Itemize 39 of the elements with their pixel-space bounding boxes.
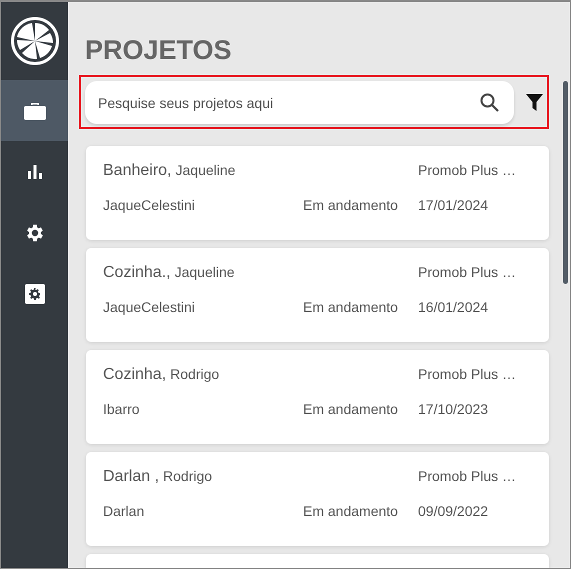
status-text: Em andamento — [303, 299, 399, 315]
project-card[interactable]: Darlan , Rodrigo Promob Plus … Darlan Em andamento 09/09/2022 — [86, 452, 549, 546]
briefcase-icon — [24, 102, 46, 120]
project-card[interactable]: Cozinha., Jaqueline Promob Plus … JaqueCelestini Em andamento 16/01/2024 — [86, 248, 549, 342]
scrollbar-thumb[interactable] — [563, 81, 568, 284]
project-card[interactable]: Banheiro, Jaqueline Promob Plus … JaqueCelestini Em andamento 17/01/2024 — [86, 146, 549, 240]
user-name: Darlan — [103, 503, 146, 519]
project-name: Cozinha, — [103, 366, 166, 384]
filter-button[interactable] — [526, 94, 543, 111]
user-name: Ibarro — [103, 401, 141, 417]
search-icon — [480, 93, 499, 112]
filter-icon — [526, 94, 543, 111]
project-card[interactable]: Cozinha, Rodrigo Promob Plus … Ibarro Em andamento 17/10/2023 — [86, 350, 549, 444]
client-name: Rodrigo — [170, 366, 220, 382]
project-name: Cozinha., — [103, 264, 171, 282]
settings-box-icon — [24, 284, 44, 304]
date-text: 17/01/2024 — [418, 197, 490, 213]
client-name: Rodrigo — [163, 468, 212, 484]
project-name: Darlan , — [103, 468, 160, 486]
user-name: JaqueCelestini — [103, 299, 196, 315]
user-name: JaqueCelestini — [103, 197, 196, 213]
project-name: Banheiro, — [103, 162, 172, 180]
software-name: Promob Plus … — [418, 468, 518, 484]
status-text: Em andamento — [303, 503, 399, 519]
bar-chart-icon — [26, 164, 42, 178]
software-name: Promob Plus … — [418, 162, 518, 178]
date-text: 09/09/2022 — [418, 503, 490, 519]
search-field[interactable]: Pesquise seus projetos aqui — [85, 81, 514, 124]
client-name: Jaqueline — [174, 264, 235, 280]
date-text: 17/10/2023 — [418, 401, 490, 417]
software-name: Promob Plus … — [418, 366, 518, 382]
sidebar-item[interactable] — [1, 80, 68, 141]
client-name: Jaqueline — [176, 162, 236, 178]
date-text: 16/01/2024 — [418, 299, 490, 315]
logo-icon — [10, 16, 60, 66]
status-text: Em andamento — [303, 197, 399, 213]
software-name: Promob Plus … — [418, 264, 518, 280]
page-title: PROJETOS — [85, 34, 233, 66]
status-text: Em andamento — [303, 401, 399, 417]
